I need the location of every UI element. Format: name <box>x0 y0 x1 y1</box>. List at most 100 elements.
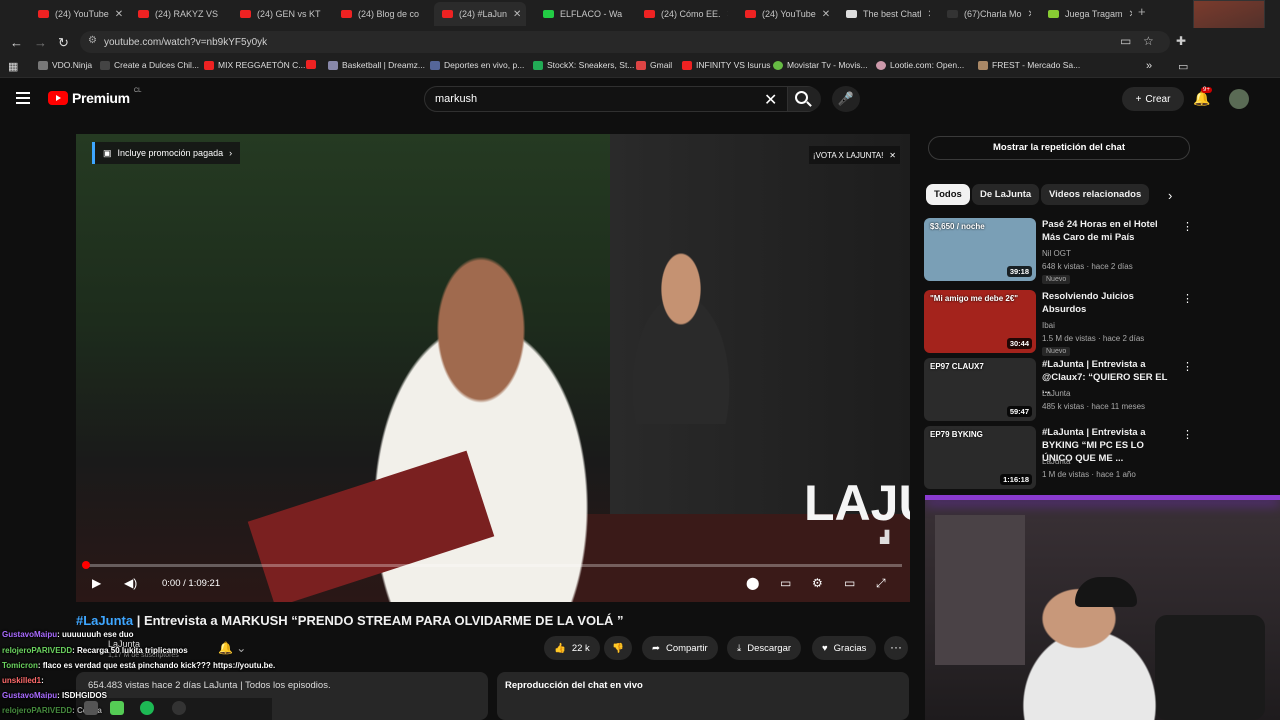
video-thumbnail[interactable]: EP79 BYKING 1:16:18 <box>924 426 1036 489</box>
more-options-icon[interactable]: ⋮ <box>1182 292 1193 305</box>
obs-icon[interactable] <box>172 701 186 715</box>
tab-close-icon[interactable]: ✕ <box>727 9 728 20</box>
volume-icon[interactable]: ◀) <box>124 576 137 590</box>
channel-name[interactable]: LaJunta <box>108 639 140 649</box>
chip-de-lajunta[interactable]: De LaJunta <box>972 184 1040 205</box>
create-button[interactable]: + Crear <box>1122 87 1184 111</box>
search-input[interactable]: markush <box>435 93 477 105</box>
extensions-icon[interactable]: ✚ <box>1176 34 1186 48</box>
title-hashtag[interactable]: #LaJunta <box>76 613 133 628</box>
bookmark-deportes[interactable]: Deportes en vivo, p... <box>430 60 524 70</box>
subscribe-bell-icon[interactable]: 🔔 ⌄ <box>218 641 246 655</box>
more-options-icon[interactable]: ⋮ <box>1182 220 1193 233</box>
more-actions-icon[interactable]: ··· <box>884 636 908 660</box>
bookmark-infinity[interactable]: INFINITY VS Isurus <box>682 60 770 70</box>
browser-tab[interactable]: (24) #LaJun ✕ <box>434 2 526 26</box>
recommended-title[interactable]: Pasé 24 Horas en el Hotel Más Caro de mi… <box>1042 218 1174 244</box>
url-bar[interactable]: ⚙ youtube.com/watch?v=nb9kYF5y0yk <box>80 31 1170 53</box>
progress-bar[interactable] <box>82 561 902 569</box>
microphone-icon[interactable]: 🎤 <box>832 86 860 112</box>
bookmark-dulces[interactable]: Create a Dulces Chil... <box>100 60 199 70</box>
paid-promotion-badge[interactable]: ▣ Incluye promoción pagada › <box>92 142 241 164</box>
bookmark-mix-reggaeton[interactable]: MIX REGGAETÓN C... <box>204 60 305 70</box>
bookmark-vdo-ninja[interactable]: VDO.Ninja <box>38 60 92 70</box>
settings-gear-icon[interactable]: ⚙ <box>812 576 823 590</box>
download-button[interactable]: ⤓ Descargar <box>727 636 802 660</box>
apps-icon[interactable]: ▦ <box>8 60 18 73</box>
recommended-video[interactable]: $3,650 / noche 39:18 Pasé 24 Horas en el H… <box>924 218 1193 284</box>
avatar[interactable] <box>1229 89 1249 109</box>
recommended-video[interactable]: "Mi amigo me debe 2€" 30:44 Resolviendo Ju… <box>924 290 1193 356</box>
browser-tab[interactable]: ELFLACO - Wa✕ <box>535 2 627 26</box>
browser-tab[interactable]: (24) RAKYZ VS✕ <box>130 2 222 26</box>
more-bookmarks-icon[interactable]: » <box>1146 60 1152 72</box>
bookmark-stockx[interactable]: StockX: Sneakers, St... <box>533 60 634 70</box>
tab-close-icon[interactable]: ✕ <box>115 9 122 20</box>
video-player[interactable]: LAJU ▣ Incluye promoción pagada › ¡VOTA … <box>76 134 910 602</box>
more-options-icon[interactable]: ⋮ <box>1182 428 1193 441</box>
sponsor-card[interactable]: ¡VOTA X LAJUNTA! ✕ <box>808 146 900 164</box>
bookmark-star-icon[interactable]: ☆ <box>1143 34 1154 48</box>
browser-tab[interactable]: Juega Tragam ✕ <box>1040 2 1132 26</box>
recommended-video[interactable]: EP97 CLAUX7 59:47 #LaJunta | Entrevista a … <box>924 358 1193 422</box>
folder-icon[interactable]: ▭ <box>1178 60 1188 73</box>
miniplayer-icon[interactable]: ▭ <box>844 576 855 590</box>
search-icon[interactable] <box>795 91 808 104</box>
dislike-button[interactable]: 👎 <box>604 636 632 660</box>
subtitles-icon[interactable]: ▭ <box>780 576 791 590</box>
browser-tab[interactable]: (24) YouTube ✕ <box>737 2 829 26</box>
close-icon[interactable]: ✕ <box>889 151 896 160</box>
taskbar-app-icon[interactable] <box>110 701 124 715</box>
forward-icon[interactable]: → <box>34 35 47 50</box>
live-chat-replay-panel[interactable]: Reproducción del chat en vivo <box>497 672 909 720</box>
thanks-button[interactable]: ♥ Gracias <box>812 636 877 660</box>
youtube-logo[interactable]: Premium CL <box>48 88 141 106</box>
recommended-video[interactable]: EP79 BYKING 1:16:18 #LaJunta | Entrevista … <box>924 426 1193 490</box>
video-thumbnail[interactable]: "Mi amigo me debe 2€" 30:44 <box>924 290 1036 353</box>
video-thumbnail[interactable]: EP97 CLAUX7 59:47 <box>924 358 1036 421</box>
tab-close-icon[interactable]: ✕ <box>822 9 829 20</box>
tab-close-icon[interactable]: ✕ <box>1129 9 1132 20</box>
reload-icon[interactable]: ↻ <box>58 35 69 51</box>
chip-todos[interactable]: Todos <box>926 184 970 205</box>
chip-videos-relacionados[interactable]: Videos relacionados <box>1041 184 1150 205</box>
recommended-channel[interactable]: Ibai <box>1042 321 1055 330</box>
install-icon[interactable]: ▭ <box>1120 34 1131 48</box>
tab-close-icon[interactable]: ✕ <box>928 9 930 20</box>
notifications-bell-icon[interactable]: 🔔 9+ <box>1193 87 1212 107</box>
chevron-right-icon[interactable]: › <box>1168 188 1172 203</box>
like-button[interactable]: 👍 22 k <box>544 636 600 660</box>
site-info-icon[interactable]: ⚙ <box>88 35 97 46</box>
tab-close-icon[interactable]: ✕ <box>1028 9 1031 20</box>
search-box[interactable]: markush ✕ <box>424 86 821 112</box>
browser-tab[interactable]: (24) YouTube ✕ <box>30 2 122 26</box>
channel-watermark-icon[interactable]: ▟ <box>880 530 889 544</box>
recommended-channel[interactable]: Nil OGT <box>1042 249 1071 258</box>
browser-tab[interactable]: (67)Charla Mo ✕ <box>939 2 1031 26</box>
browser-tab[interactable]: (24) GEN vs KT✕ <box>232 2 324 26</box>
play-icon[interactable]: ▶ <box>92 576 101 590</box>
back-icon[interactable]: ← <box>10 35 23 50</box>
browser-tab[interactable]: The best Chatl ✕ <box>838 2 930 26</box>
bookmark-frest[interactable]: FREST - Mercado Sa... <box>978 60 1080 70</box>
share-button[interactable]: ➦ Compartir <box>642 636 718 660</box>
menu-icon[interactable] <box>16 92 30 104</box>
bookmark-lootie[interactable]: Lootie.com: Open... <box>876 60 964 70</box>
scrubber-handle[interactable] <box>82 561 90 569</box>
recommended-channel[interactable]: LaJunta <box>1042 457 1070 466</box>
show-chat-replay-button[interactable]: Mostrar la repetición del chat <box>928 136 1190 160</box>
recommended-channel[interactable]: LaJunta <box>1042 389 1070 398</box>
clear-search-icon[interactable]: ✕ <box>764 90 777 110</box>
bookmark-gmail[interactable]: Gmail <box>636 60 672 70</box>
taskbar-app-icon[interactable] <box>84 701 98 715</box>
fullscreen-icon[interactable]: ⤢ <box>876 576 886 591</box>
video-thumbnail[interactable]: $3,650 / noche 39:18 <box>924 218 1036 281</box>
bookmark-basketball[interactable]: Basketball | Dreamz... <box>328 60 425 70</box>
recommended-title[interactable]: Resolviendo Juicios Absurdos <box>1042 290 1174 316</box>
new-tab-button[interactable]: + <box>1138 4 1146 19</box>
bookmark-movistar[interactable]: Movistar Tv - Movis... <box>773 60 868 70</box>
spotify-icon[interactable] <box>140 701 154 715</box>
bookmark-youtube[interactable] <box>306 60 316 69</box>
autoplay-toggle[interactable]: ⬤ <box>746 576 759 590</box>
browser-tab[interactable]: (24) Cómo EE. ✕ <box>636 2 728 26</box>
